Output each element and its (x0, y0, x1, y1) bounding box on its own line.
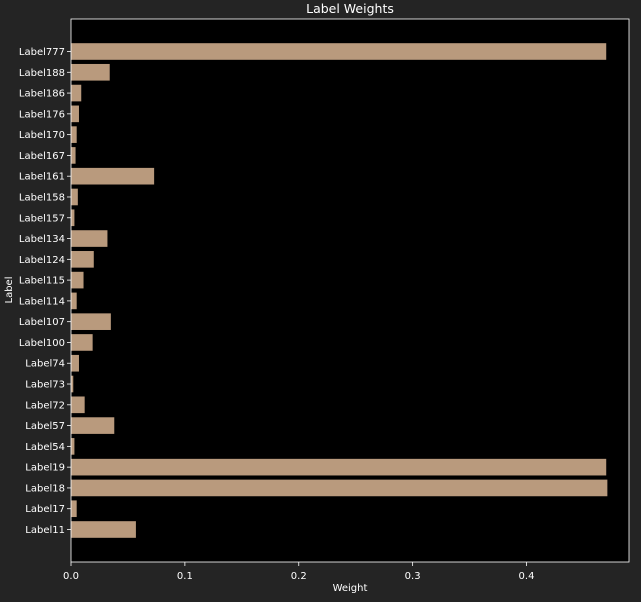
y-tick-label: Label188 (19, 68, 65, 79)
bar-label157 (71, 209, 75, 227)
bar-label54 (71, 438, 75, 455)
x-tick-label: 0.1 (177, 571, 193, 582)
bar-label176 (71, 105, 79, 123)
y-tick-label: Label74 (25, 359, 65, 370)
bar-label186 (71, 84, 82, 102)
y-tick-label: Label157 (19, 213, 65, 224)
y-tick-label: Label115 (19, 276, 65, 287)
bar-label170 (71, 126, 77, 143)
y-tick-label: Label19 (25, 463, 65, 474)
bar-label777 (71, 43, 607, 60)
y-tick-label: Label107 (19, 317, 65, 328)
y-tick-label: Label158 (19, 192, 65, 203)
y-tick-label: Label11 (25, 525, 65, 536)
label-weights-chart: Label Weights Label777 Label188 Label186 La… (0, 0, 641, 602)
x-axis-label: Weight (333, 583, 368, 594)
y-tick-label: Label176 (19, 109, 65, 120)
y-tick-label: Label134 (19, 234, 65, 245)
bar-label115 (71, 271, 84, 289)
x-tick-label: 0.3 (405, 571, 421, 582)
bar-label107 (71, 313, 111, 330)
bar-label158 (71, 188, 78, 206)
y-tick-label: Label167 (19, 151, 65, 162)
bar-label100 (71, 334, 93, 351)
bar-label134 (71, 230, 108, 247)
y-tick-label: Label186 (19, 89, 65, 100)
y-tick-label: Label777 (19, 47, 65, 58)
y-tick-label: Label161 (19, 172, 65, 183)
bar-label11 (71, 521, 136, 538)
y-tick-label: Label17 (25, 504, 65, 515)
y-tick-label: Label18 (25, 483, 65, 494)
bar-label124 (71, 251, 94, 268)
x-tick-label: 0.0 (63, 571, 79, 582)
y-tick-label: Label57 (25, 421, 65, 432)
bar-label188 (71, 63, 110, 81)
y-tick-label: Label114 (19, 296, 65, 307)
y-tick-label: Label100 (19, 338, 65, 349)
chart-title: Label Weights (306, 1, 394, 16)
x-tick-label: 0.4 (519, 571, 535, 582)
bar-label17 (71, 500, 77, 518)
y-tick-label: Label54 (25, 442, 65, 453)
y-tick-label: Label72 (25, 400, 65, 411)
bar-label18 (71, 479, 608, 497)
x-tick-label: 0.2 (291, 571, 307, 582)
bar-label74 (71, 354, 79, 372)
bar-label161 (71, 167, 155, 185)
bar-label19 (71, 458, 607, 476)
bar-label167 (71, 147, 76, 164)
y-tick-label: Label170 (19, 130, 65, 141)
bar-label57 (71, 417, 115, 434)
y-tick-label: Label73 (25, 380, 65, 391)
bar-label114 (71, 292, 77, 310)
y-axis-label: Label (4, 277, 15, 304)
bar-label72 (71, 396, 85, 414)
y-tick-label: Label124 (19, 255, 65, 266)
